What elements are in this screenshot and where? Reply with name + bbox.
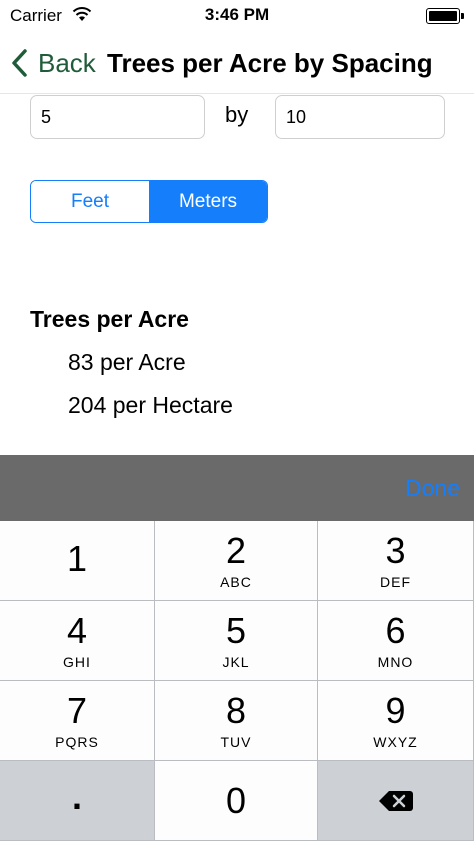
back-button[interactable]: Back — [10, 46, 96, 80]
key-decimal-label: . — [71, 775, 82, 817]
by-label: by — [225, 102, 249, 127]
key-delete[interactable] — [318, 761, 474, 841]
results-heading: Trees per Acre — [30, 306, 189, 332]
key-7[interactable]: 7 PQRS — [0, 681, 155, 761]
number-pad: 1 2 ABC 3 DEF 4 GHI 5 JKL 6 MNO 7 PQRS 8… — [0, 521, 474, 841]
key-letters: TUV — [220, 733, 252, 750]
result-per-hectare: 204 per Hectare — [68, 392, 233, 418]
battery-icon — [426, 8, 464, 24]
page-title: Trees per Acre by Spacing — [107, 48, 433, 78]
key-letters: ABC — [220, 573, 252, 590]
units-segmented-control: Feet Meters — [30, 180, 268, 223]
spacing-input-1[interactable]: 5 — [30, 95, 205, 139]
key-9[interactable]: 9 WXYZ — [318, 681, 474, 761]
key-3[interactable]: 3 DEF — [318, 521, 474, 601]
keyboard-toolbar: Done — [0, 455, 474, 521]
backspace-icon — [378, 790, 413, 811]
key-digit: 3 — [385, 529, 406, 571]
key-letters: GHI — [63, 653, 91, 670]
key-digit: 6 — [385, 609, 406, 651]
key-2[interactable]: 2 ABC — [155, 521, 318, 601]
segment-meters[interactable]: Meters — [149, 181, 267, 222]
key-digit: 5 — [225, 609, 247, 651]
key-1[interactable]: 1 — [0, 521, 155, 601]
key-digit: 1 — [66, 537, 88, 579]
segment-feet[interactable]: Feet — [31, 181, 149, 222]
key-digit: 0 — [225, 779, 247, 821]
back-label: Back — [38, 47, 96, 78]
key-8[interactable]: 8 TUV — [155, 681, 318, 761]
key-decimal[interactable]: . — [0, 761, 155, 841]
done-button[interactable]: Done — [405, 475, 460, 502]
key-letters: PQRS — [55, 733, 99, 750]
key-letters: DEF — [380, 573, 411, 590]
status-bar: Carrier 3:46 PM — [0, 0, 474, 32]
chevron-left-icon — [12, 49, 27, 77]
status-time: 3:46 PM — [204, 5, 270, 24]
key-letters: JKL — [222, 653, 250, 670]
key-letters: MNO — [377, 653, 414, 670]
key-digit: 7 — [66, 689, 88, 731]
key-digit: 9 — [385, 689, 406, 731]
key-0[interactable]: 0 — [155, 761, 318, 841]
key-digit: 4 — [66, 609, 88, 651]
key-digit: 8 — [225, 689, 247, 731]
key-4[interactable]: 4 GHI — [0, 601, 155, 681]
navigation-bar: Back Trees per Acre by Spacing — [0, 32, 474, 94]
key-digit: 2 — [225, 529, 247, 571]
result-per-acre: 83 per Acre — [68, 349, 186, 375]
key-letters: WXYZ — [373, 733, 418, 750]
spacing-input-2[interactable]: 10 — [275, 95, 445, 139]
key-5[interactable]: 5 JKL — [155, 601, 318, 681]
key-6[interactable]: 6 MNO — [318, 601, 474, 681]
